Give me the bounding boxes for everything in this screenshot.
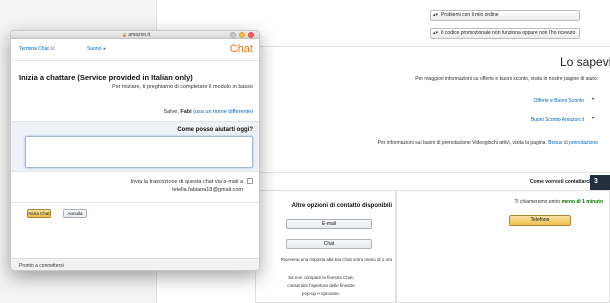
window-title: 🔒 amazon.it: [121, 32, 151, 38]
contact-method-label: Come vorresti contattarci?: [530, 179, 594, 185]
transcript-email: letella.fabiana18@gmail.com: [172, 187, 243, 193]
issue-select-value: Problemi con il mio ordine: [441, 12, 499, 18]
speaker-icon: ◂: [102, 46, 106, 52]
alt-contact-title: Altre opzioni di contatto disponibili: [291, 203, 392, 209]
status-bar: Pronto a connettersi: [11, 258, 259, 270]
transcript-label: Invia la trascrizione di questa chat via…: [25, 178, 244, 194]
close-icon: ☒: [50, 46, 55, 52]
preorder-info: Per informazioni sui buoni di prenotazio…: [377, 140, 598, 146]
sound-toggle[interactable]: Suono ◂: [87, 46, 105, 52]
question-textarea[interactable]: [25, 136, 253, 168]
popup-note-3: pop-up e riprovare.: [301, 291, 341, 296]
chat-subtitle: Per iniziare, ti preghiamo di completare…: [112, 84, 253, 90]
question-label: Come posso aiutarti oggi?: [177, 127, 253, 133]
chat-button[interactable]: Chat: [286, 239, 372, 249]
alt-contact-panel: Altre opzioni di contatto disponibili E-…: [255, 190, 396, 303]
chat-eta-note: Riceverai una risposta alla tua Chat ent…: [280, 257, 392, 262]
popup-note-2: consentire l'apertura delle finestre: [287, 283, 355, 288]
status-text: Pronto a connettersi: [19, 263, 64, 269]
popup-note-1: Se non compare la finestra Chat,: [288, 275, 354, 280]
cancel-button[interactable]: Annulla: [63, 209, 87, 218]
step-number: 3: [594, 178, 598, 185]
lock-icon: 🔒: [121, 32, 127, 37]
change-name-link[interactable]: (usa un nome differente): [193, 109, 253, 115]
vouchers-link[interactable]: Buoni Sconto Amazon.it: [500, 117, 584, 123]
issue-select[interactable]: ▴▾ Problemi con il mio ordine: [430, 10, 580, 21]
step-number-badge: 3: [590, 175, 610, 190]
phone-option-panel: Ti chiameremo entro meno di 1 minuto Tel…: [396, 190, 610, 303]
transcript-section: Invia la trascrizione di questa chat via…: [11, 171, 259, 203]
select-arrow-icon: ▴▾: [433, 12, 439, 18]
action-buttons: Inizia Chat Annulla: [11, 203, 259, 258]
chat-toolbar: Chat Suono ◂ Termina Chat ☒: [11, 39, 259, 61]
subissue-select-value: Il codice promozionale non funziona oppu…: [441, 30, 576, 36]
chat-title: Chat: [229, 43, 253, 55]
transcript-checkbox[interactable]: [247, 178, 253, 184]
email-button[interactable]: E-mail: [286, 219, 372, 229]
user-name: Fabi: [180, 109, 192, 115]
chat-heading: Inizia a chattare (Service provided in I…: [19, 73, 193, 82]
select-arrow-icon: ▴▾: [433, 30, 439, 36]
chat-window: 🔒 amazon.it Chat Suono ◂ Termina Chat ☒ …: [10, 30, 260, 271]
phone-eta-text: Ti chiameremo entro meno di 1 minuto: [514, 199, 603, 205]
start-chat-button[interactable]: Inizia Chat: [27, 209, 51, 218]
end-chat-link[interactable]: Termina Chat ☒: [19, 46, 55, 52]
offers-link[interactable]: Offerte e Buoni Sconto: [500, 98, 585, 104]
window-titlebar[interactable]: 🔒 amazon.it: [11, 31, 259, 39]
greeting: Salve, Fabi (usa un nome differente): [163, 109, 254, 115]
info-text: Per maggiori informazioni su offerte e b…: [415, 76, 598, 82]
question-section: Come posso aiutarti oggi?: [11, 121, 259, 171]
preorder-bonus-link[interactable]: Bonus di prenotazione: [548, 140, 598, 146]
bullet: •: [592, 97, 595, 103]
section-title: Lo sapevi?: [560, 55, 610, 69]
bullet: •: [592, 116, 595, 122]
subissue-select[interactable]: ▴▾ Il codice promozionale non funziona o…: [430, 28, 580, 39]
phone-button[interactable]: Telefono: [509, 215, 571, 226]
